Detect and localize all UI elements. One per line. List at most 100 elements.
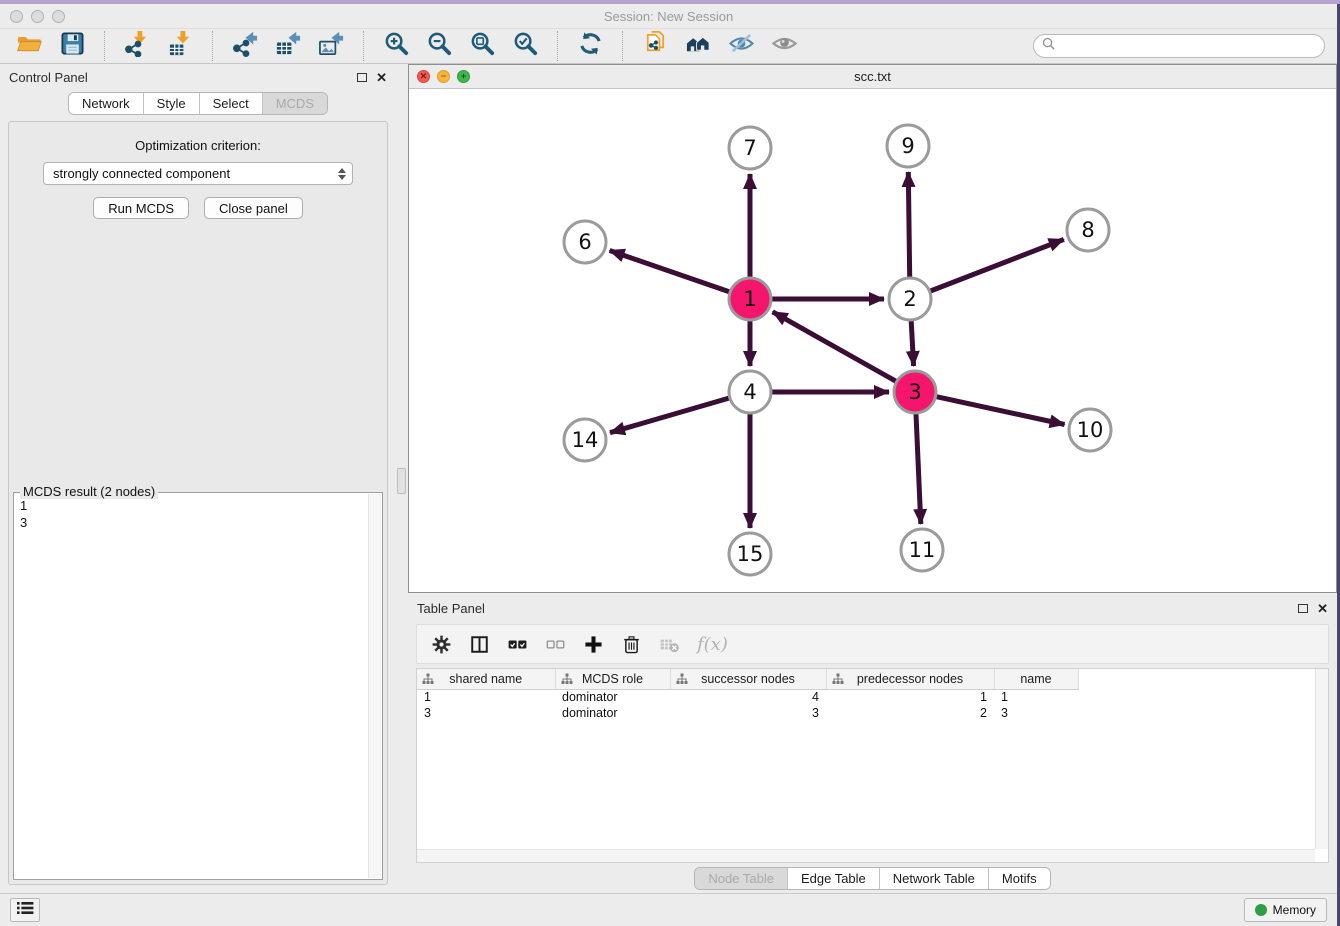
graph-edge-3-11[interactable] [916, 414, 921, 524]
zoom-fit-button[interactable] [465, 31, 499, 61]
close-table-panel-icon[interactable]: ✕ [1317, 602, 1328, 615]
column-header-predecessor-nodes[interactable]: predecessor nodes [826, 669, 994, 689]
table-row[interactable]: 3dominator323 [417, 705, 1078, 721]
zoom-in-icon [383, 30, 410, 62]
search-field[interactable] [1033, 34, 1325, 58]
zoom-in-button[interactable] [379, 31, 413, 61]
search-input[interactable] [1060, 39, 1316, 53]
mcds-result-group: MCDS result (2 nodes) 1 3 [13, 492, 383, 880]
tab-network-table[interactable]: Network Table [880, 868, 989, 889]
open-folder-icon [16, 30, 43, 62]
tab-motifs[interactable]: Motifs [989, 868, 1050, 889]
show-all-button[interactable] [767, 31, 801, 61]
export-image-button[interactable] [314, 31, 348, 61]
mcds-result-list[interactable]: 1 3 [16, 495, 367, 877]
column-header-mcds-role[interactable]: MCDS role [555, 669, 670, 689]
optimization-criterion-label: Optimization criterion: [135, 138, 261, 153]
memory-button[interactable]: Memory [1244, 898, 1327, 922]
table-toolbar: f(x) [416, 624, 1329, 664]
table-panel-tabs: Node Table Edge Table Network Table Moti… [694, 867, 1050, 890]
import-network-icon [124, 30, 151, 62]
graph-edge-3-10[interactable] [937, 397, 1065, 425]
zoom-out-button[interactable] [422, 31, 456, 61]
export-network-icon [232, 30, 259, 62]
float-table-panel-icon[interactable] [1298, 604, 1308, 613]
table-cell: dominator [555, 689, 670, 705]
graph-edge-3-1[interactable] [773, 312, 896, 381]
search-icon [1042, 37, 1055, 55]
window-titlebar[interactable]: Session: New Session [0, 4, 1337, 28]
create-new-column-icon[interactable] [583, 634, 604, 655]
table-cell: 2 [826, 705, 994, 721]
refresh-view-button[interactable] [573, 31, 607, 61]
table-row[interactable]: 1dominator411 [417, 689, 1078, 705]
node-table[interactable]: shared name MCDS role successor nodes pr… [416, 668, 1329, 863]
graph-node-label: 3 [908, 380, 921, 404]
import-network-button[interactable] [120, 31, 154, 61]
tab-node-table[interactable]: Node Table [695, 868, 788, 889]
panel-splitter-handle[interactable] [397, 468, 406, 494]
tab-network[interactable]: Network [69, 93, 144, 114]
column-header-shared-name[interactable]: shared name [417, 669, 555, 689]
status-bar: Memory [0, 893, 1337, 926]
task-list-icon [17, 901, 34, 920]
network-window-title: scc.txt [409, 69, 1336, 84]
tab-mcds[interactable]: MCDS [263, 93, 327, 114]
task-history-button[interactable] [10, 898, 40, 922]
eye-slash-icon [728, 30, 755, 62]
control-panel: Control Panel ✕ Network Style Select MCD… [0, 64, 396, 893]
network-canvas[interactable]: 7968124314101511 [409, 89, 1336, 592]
select-all-columns-icon[interactable] [507, 634, 528, 655]
column-tree-icon [561, 673, 573, 688]
network-window-titlebar[interactable]: scc.txt ✕ − + [409, 65, 1336, 89]
table-cell: 3 [994, 705, 1078, 721]
column-tree-icon [832, 673, 844, 688]
table-cell: 1 [417, 689, 555, 705]
table-mode-gear-icon[interactable] [431, 634, 452, 655]
column-header-name[interactable]: name [994, 669, 1078, 689]
float-panel-icon[interactable] [357, 73, 367, 82]
table-cell: dominator [555, 705, 670, 721]
graph-node-label: 9 [901, 134, 914, 158]
eye-icon [771, 30, 798, 62]
table-cell: 3 [417, 705, 555, 721]
tab-style[interactable]: Style [144, 93, 200, 114]
open-session-button[interactable] [12, 31, 46, 61]
first-neighbors-button[interactable] [681, 31, 715, 61]
table-vertical-scrollbar[interactable] [1315, 669, 1328, 849]
apply-function-icon: f(x) [697, 634, 728, 655]
close-panel-icon[interactable]: ✕ [376, 71, 387, 84]
graph-edge-2-9[interactable] [908, 172, 909, 277]
new-network-from-selection-button[interactable] [638, 31, 672, 61]
zoom-fit-icon [469, 30, 496, 62]
tab-edge-table[interactable]: Edge Table [788, 868, 880, 889]
export-table-button[interactable] [271, 31, 305, 61]
delete-table-icon [659, 634, 680, 655]
window-title: Session: New Session [0, 9, 1337, 24]
graph-edge-2-3[interactable] [911, 321, 913, 366]
graph-edge-1-6[interactable] [610, 251, 730, 292]
zoom-selected-button[interactable] [508, 31, 542, 61]
tab-select[interactable]: Select [200, 93, 263, 114]
close-panel-button[interactable]: Close panel [204, 197, 303, 219]
graph-edge-4-14[interactable] [610, 398, 729, 433]
graph-edge-2-8[interactable] [931, 239, 1064, 291]
graph-node-label: 4 [743, 380, 756, 404]
export-table-icon [275, 30, 302, 62]
table-horizontal-scrollbar[interactable] [417, 849, 1315, 862]
export-network-button[interactable] [228, 31, 262, 61]
save-session-button[interactable] [55, 31, 89, 61]
show-columns-icon[interactable] [469, 634, 490, 655]
criterion-dropdown[interactable]: strongly connected component [43, 162, 353, 185]
result-scrollbar[interactable] [368, 494, 381, 878]
hide-selected-button[interactable] [724, 31, 758, 61]
unselect-all-columns-icon[interactable] [545, 634, 566, 655]
import-table-button[interactable] [163, 31, 197, 61]
table-panel: Table Panel ✕ [408, 595, 1337, 893]
column-header-successor-nodes[interactable]: successor nodes [670, 669, 826, 689]
table-cell: 4 [670, 689, 826, 705]
delete-columns-icon[interactable] [621, 634, 642, 655]
table-panel-title: Table Panel [417, 601, 485, 616]
run-mcds-button[interactable]: Run MCDS [93, 197, 189, 219]
graph-node-label: 6 [578, 230, 591, 254]
